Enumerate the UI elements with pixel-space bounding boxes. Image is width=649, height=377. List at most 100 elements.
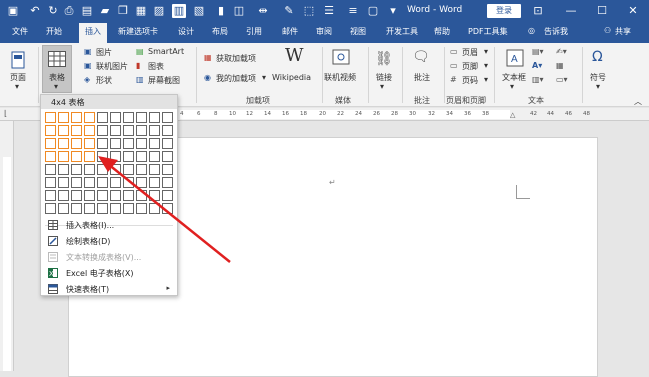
layout-icon[interactable]: ▧ (192, 4, 206, 18)
quick-parts-icon[interactable]: ▤▾ (532, 47, 544, 56)
redo-icon[interactable]: ↻ (46, 4, 60, 18)
table-grid-cell[interactable] (149, 177, 160, 188)
table-grid-cell[interactable] (162, 177, 173, 188)
table-grid-cell[interactable] (110, 190, 121, 201)
table-grid-cell[interactable] (123, 177, 134, 188)
document-view-icon[interactable]: ▥ (172, 4, 186, 18)
vertical-ruler[interactable] (0, 121, 14, 371)
table-grid-cell[interactable] (149, 203, 160, 214)
tab-insert[interactable]: 插入 (79, 23, 107, 43)
table-grid-cell[interactable] (97, 138, 108, 149)
table-grid-cell[interactable] (45, 125, 56, 136)
new-document-icon[interactable]: ▤ (80, 4, 94, 18)
table-grid-cell[interactable] (71, 138, 82, 149)
table-grid-cell[interactable] (162, 112, 173, 123)
table-grid-cell[interactable] (71, 112, 82, 123)
tab-home[interactable]: 开始 (46, 26, 62, 37)
table-grid-cell[interactable] (97, 190, 108, 201)
undo-icon[interactable]: ↶ (28, 4, 42, 18)
table-grid-cell[interactable] (149, 151, 160, 162)
table-grid-cell[interactable] (110, 125, 121, 136)
table-grid-cell[interactable] (123, 151, 134, 162)
ribbon-display-icon[interactable]: ⊡ (530, 3, 546, 19)
table-grid-cell[interactable] (123, 125, 134, 136)
table-grid-cell[interactable] (84, 164, 95, 175)
wikipedia-button[interactable]: Wikipedia (272, 73, 311, 82)
table-grid-cell[interactable] (97, 203, 108, 214)
table-grid-cell[interactable] (84, 177, 95, 188)
smartart-button[interactable]: SmartArt (148, 47, 184, 56)
table-grid-cell[interactable] (136, 151, 147, 162)
table-grid-cell[interactable] (45, 164, 56, 175)
table-grid-cell[interactable] (45, 203, 56, 214)
table-grid-cell[interactable] (162, 203, 173, 214)
list-icon[interactable]: ☰ (322, 4, 336, 18)
footer-button[interactable]: 页脚 (462, 61, 478, 72)
select-icon[interactable]: ⬚ (302, 4, 316, 18)
table-grid-cell[interactable] (136, 112, 147, 123)
tab-design[interactable]: 设计 (178, 26, 194, 37)
table-grid-cell[interactable] (123, 164, 134, 175)
table-grid-cell[interactable] (58, 138, 69, 149)
table-grid-cell[interactable] (97, 177, 108, 188)
table-grid-cell[interactable] (84, 190, 95, 201)
table-grid-cell[interactable] (136, 190, 147, 201)
insert-icon[interactable]: ◫ (232, 4, 246, 18)
table-grid-cell[interactable] (71, 190, 82, 201)
customize-qat-icon[interactable]: ▾ (386, 4, 400, 18)
table-grid-cell[interactable] (162, 138, 173, 149)
online-video-button[interactable]: 联机视频 (324, 72, 356, 83)
draw-table-item[interactable]: 绘制表格(D) (41, 233, 177, 249)
format-painter-icon[interactable]: ✎ (282, 4, 296, 18)
tab-help[interactable]: 帮助 (434, 26, 450, 37)
my-addins-dropdown-icon[interactable]: ▾ (262, 73, 266, 82)
table-grid-cell[interactable] (149, 164, 160, 175)
tab-new-tab[interactable]: 新建选项卡 (118, 26, 158, 37)
table-grid-cell[interactable] (110, 203, 121, 214)
table-grid-cell[interactable] (58, 112, 69, 123)
table-grid-cell[interactable] (58, 177, 69, 188)
table-grid-cell[interactable] (58, 164, 69, 175)
shapes-button[interactable]: 形状 (96, 75, 112, 86)
tab-references[interactable]: 引用 (246, 26, 262, 37)
close-icon[interactable]: ✕ (625, 3, 641, 19)
minimize-icon[interactable]: — (563, 3, 579, 19)
login-button[interactable]: 登录 (487, 4, 521, 18)
pages-dropdown-icon[interactable]: ▾ (15, 82, 19, 91)
chart-button[interactable]: 图表 (148, 61, 164, 72)
screenshot-button[interactable]: 屏幕截图 (148, 75, 180, 86)
spacing-icon[interactable]: ⇹ (256, 4, 270, 18)
tab-selector-icon[interactable]: ⌊ (4, 109, 7, 118)
table-grid-cell[interactable] (110, 151, 121, 162)
comment-button[interactable]: 批注 (414, 72, 430, 83)
symbol-dropdown-icon[interactable]: ▾ (596, 82, 600, 91)
date-time-icon[interactable]: ▦ (556, 61, 564, 70)
table-grid-cell[interactable] (84, 203, 95, 214)
open-folder-icon[interactable]: ▰ (98, 4, 112, 18)
header-button[interactable]: 页眉 (462, 47, 478, 58)
table-grid-cell[interactable] (136, 203, 147, 214)
footer-dropdown-icon[interactable]: ▾ (484, 61, 488, 70)
table-grid-cell[interactable] (162, 164, 173, 175)
excel-spreadsheet-item[interactable]: X Excel 电子表格(X) (41, 265, 177, 281)
collapse-ribbon-icon[interactable]: ︿ (634, 96, 642, 107)
header-dropdown-icon[interactable]: ▾ (484, 47, 488, 56)
tab-layout[interactable]: 布局 (212, 26, 228, 37)
table-grid-cell[interactable] (136, 164, 147, 175)
pictures-button[interactable]: 图片 (96, 47, 112, 58)
copy-icon[interactable]: ❐ (116, 4, 130, 18)
table-grid-cell[interactable] (97, 151, 108, 162)
print-preview-icon[interactable]: ⎙ (62, 4, 76, 18)
table-grid-cell[interactable] (136, 125, 147, 136)
table-grid-cell[interactable] (97, 164, 108, 175)
page-number-dropdown-icon[interactable]: ▾ (484, 75, 488, 84)
get-addins-button[interactable]: 获取加载项 (216, 53, 256, 64)
table-grid-cell[interactable] (123, 112, 134, 123)
quick-tables-item[interactable]: 快速表格(T) ▸ (41, 281, 177, 297)
maximize-icon[interactable]: ☐ (594, 3, 610, 19)
table-grid-cell[interactable] (84, 112, 95, 123)
table-grid-cell[interactable] (45, 190, 56, 201)
save-icon[interactable]: ▣ (6, 4, 20, 18)
columns-icon[interactable]: ▮ (214, 4, 228, 18)
table-grid-cell[interactable] (58, 203, 69, 214)
